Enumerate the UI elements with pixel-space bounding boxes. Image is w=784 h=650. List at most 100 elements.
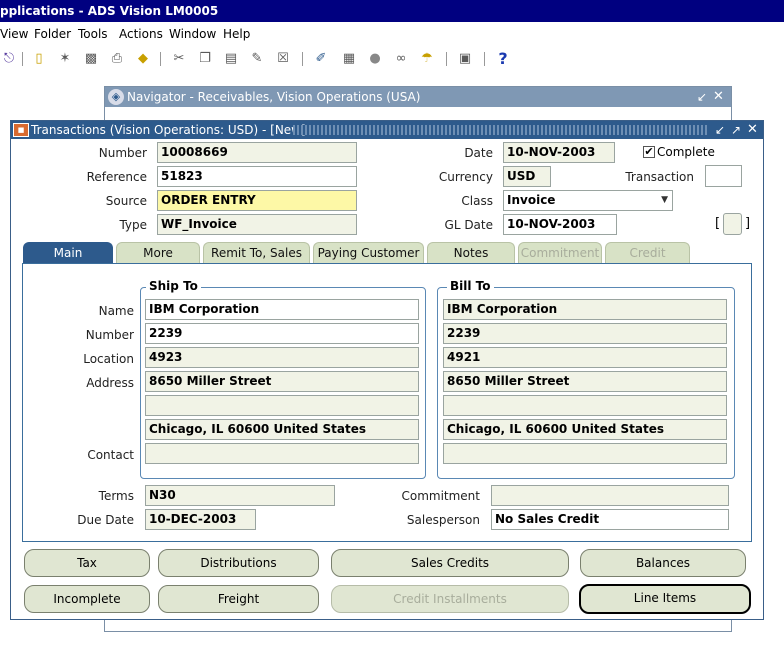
open-folder-icon[interactable]: ▯ — [30, 50, 48, 68]
exit-icon[interactable]: ⎋ — [0, 50, 18, 68]
clear-record-icon[interactable]: ✎ — [248, 50, 266, 68]
menu-actions[interactable]: Actions — [119, 27, 163, 41]
ship-to-address2-field[interactable] — [145, 395, 419, 416]
bill-to-address3-field[interactable]: Chicago, IL 60600 United States — [443, 419, 727, 440]
line-items-button[interactable]: Line Items — [579, 584, 751, 614]
type-label: Type — [119, 218, 147, 232]
navigator-window-icon: ◈ — [108, 89, 124, 105]
tab-remit-to-sales[interactable]: Remit To, Sales — [203, 242, 310, 264]
bill-to-location-field[interactable]: 4921 — [443, 347, 727, 368]
zoom-in-icon[interactable]: ▣ — [456, 50, 474, 68]
navigator-icon[interactable]: ✶ — [56, 50, 74, 68]
translations-icon[interactable]: ∞ — [392, 50, 410, 68]
minimize-icon[interactable]: ↙ — [715, 121, 725, 139]
transactions-title: Transactions (Vision Operations: USD) - … — [31, 123, 306, 137]
minimize-icon[interactable]: ↙ — [697, 87, 707, 107]
bill-to-contact-field[interactable] — [443, 443, 727, 464]
ship-to-address3-field[interactable]: Chicago, IL 60600 United States — [145, 419, 419, 440]
date-field[interactable]: 10-NOV-2003 — [503, 142, 615, 163]
close-icon[interactable]: ✕ — [747, 121, 758, 139]
commitment-field[interactable] — [491, 485, 729, 506]
tab-paying-customer[interactable]: Paying Customer — [313, 242, 424, 264]
currency-field[interactable]: USD — [503, 166, 551, 187]
toolbar: ⎋ ▯ ✶ ▩ ⎙ ◆ ✂ ❐ ▤ ✎ ☒ ✐ ▦ ● ∞ ☂ ▣ ? — [0, 46, 784, 72]
transaction-number-field[interactable]: 10008669 — [157, 142, 357, 163]
reference-label: Reference — [86, 170, 147, 184]
sales-credits-button[interactable]: Sales Credits — [331, 549, 569, 577]
navigator-title-bar[interactable]: ◈ Navigator - Receivables, Vision Operat… — [105, 87, 731, 107]
terms-field[interactable]: N30 — [145, 485, 335, 506]
name-label: Name — [98, 304, 134, 318]
type-field[interactable]: WF_Invoice — [157, 214, 357, 235]
distributions-button[interactable]: Distributions — [158, 549, 319, 577]
tab-main[interactable]: Main — [23, 242, 113, 264]
bracket-right: ] — [745, 216, 751, 231]
complete-label: Complete — [657, 145, 715, 159]
ship-to-title: Ship To — [146, 279, 201, 293]
folder-tools-icon[interactable]: ● — [366, 50, 384, 68]
save-icon[interactable]: ▩ — [82, 50, 100, 68]
attachments-list-icon[interactable]: ▦ — [340, 50, 358, 68]
menu-folder[interactable]: Folder — [34, 27, 71, 41]
transaction-field[interactable] — [705, 165, 742, 187]
gl-date-field[interactable]: 10-NOV-2003 — [503, 214, 617, 235]
number-label: Number — [85, 328, 134, 342]
bill-to-number-field[interactable]: 2239 — [443, 323, 727, 344]
number-label: Number — [98, 146, 147, 160]
menu-view[interactable]: View — [0, 27, 28, 41]
class-value: Invoice — [507, 193, 556, 207]
source-label: Source — [105, 194, 147, 208]
salesperson-label: Salesperson — [406, 513, 480, 527]
attachment-icon[interactable]: ☂ — [418, 50, 436, 68]
delete-record-icon[interactable]: ☒ — [274, 50, 292, 68]
commitment-label: Commitment — [401, 489, 480, 503]
menu-window[interactable]: Window — [169, 27, 216, 41]
incomplete-button[interactable]: Incomplete — [24, 585, 150, 613]
class-select[interactable]: Invoice ▼ — [503, 190, 673, 211]
bill-to-address1-field[interactable]: 8650 Miller Street — [443, 371, 727, 392]
bill-to-name-field[interactable]: IBM Corporation — [443, 299, 727, 320]
tab-commitment: Commitment — [518, 242, 602, 264]
maximize-icon[interactable]: ↗ — [731, 121, 741, 139]
ship-to-number-field[interactable]: 2239 — [145, 323, 419, 344]
freight-button[interactable]: Freight — [158, 585, 319, 613]
currency-label: Currency — [438, 170, 493, 184]
due-date-label: Due Date — [77, 513, 134, 527]
location-label: Location — [83, 352, 134, 366]
menu-bar: View Folder Tools Actions Window Help — [0, 24, 784, 46]
tab-more[interactable]: More — [116, 242, 200, 264]
transactions-title-bar[interactable]: ■ Transactions (Vision Operations: USD) … — [11, 121, 763, 139]
complete-checkbox[interactable]: ✔ — [643, 146, 655, 158]
class-label: Class — [461, 194, 493, 208]
source-field[interactable]: ORDER ENTRY — [157, 190, 357, 211]
bracket-left: [ — [715, 216, 721, 231]
descriptive-flexfield[interactable] — [723, 213, 742, 235]
tax-button[interactable]: Tax — [24, 549, 150, 577]
menu-tools[interactable]: Tools — [78, 27, 108, 41]
copy-icon[interactable]: ❐ — [196, 50, 214, 68]
ship-to-contact-field[interactable] — [145, 443, 419, 464]
tab-notes[interactable]: Notes — [427, 242, 515, 264]
salesperson-field[interactable]: No Sales Credit — [491, 509, 729, 530]
close-icon[interactable]: ✕ — [713, 87, 724, 107]
balances-button[interactable]: Balances — [580, 549, 746, 577]
reference-field[interactable]: 51823 — [157, 166, 357, 187]
ship-to-address1-field[interactable]: 8650 Miller Street — [145, 371, 419, 392]
app-title-bar: pplications - ADS Vision LM0005 — [0, 0, 784, 22]
title-pattern — [293, 125, 709, 135]
bill-to-title: Bill To — [447, 279, 494, 293]
due-date-field[interactable]: 10-DEC-2003 — [145, 509, 256, 530]
credit-installments-button: Credit Installments — [331, 585, 569, 613]
help-icon[interactable]: ? — [494, 50, 512, 68]
zoom-icon[interactable]: ◆ — [134, 50, 152, 68]
oracle-window-icon: ■ — [13, 123, 29, 137]
ship-to-location-field[interactable]: 4923 — [145, 347, 419, 368]
bill-to-address2-field[interactable] — [443, 395, 727, 416]
ship-to-name-field[interactable]: IBM Corporation — [145, 299, 419, 320]
paste-icon[interactable]: ▤ — [222, 50, 240, 68]
cut-icon[interactable]: ✂ — [170, 50, 188, 68]
chevron-down-icon[interactable]: ▼ — [661, 191, 668, 210]
print-icon[interactable]: ⎙ — [108, 50, 126, 68]
edit-icon[interactable]: ✐ — [312, 50, 330, 68]
menu-help[interactable]: Help — [223, 27, 250, 41]
